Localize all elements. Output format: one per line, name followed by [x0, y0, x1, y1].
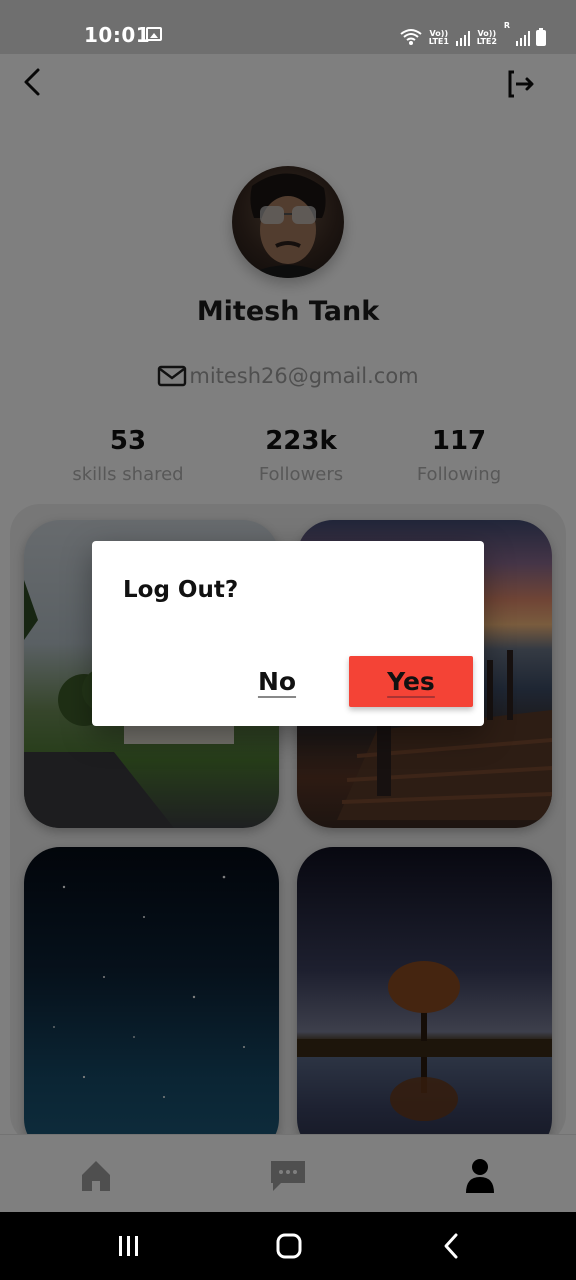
gallery-notification-icon [146, 27, 162, 41]
roaming-indicator: R [503, 21, 510, 30]
status-indicators: Vo)) LTE1 Vo)) LTE2 R [400, 22, 546, 46]
no-button[interactable]: No [242, 657, 312, 705]
signal-2-icon [516, 30, 530, 46]
chevron-left-icon [444, 1233, 458, 1259]
logout-dialog: Log Out? No Yes [92, 541, 484, 726]
back-system-button[interactable] [434, 1232, 468, 1260]
home-circle-icon [276, 1233, 302, 1259]
home-system-button[interactable] [272, 1232, 306, 1260]
status-bar: 10:01 Vo)) LTE1 Vo)) LTE2 R [0, 0, 576, 54]
recents-button[interactable] [112, 1232, 146, 1260]
signal-1-icon [455, 30, 470, 46]
dialog-title: Log Out? [123, 577, 239, 603]
system-nav-bar [0, 1212, 576, 1280]
status-time: 10:01 [84, 23, 151, 47]
yes-button[interactable]: Yes [349, 656, 473, 707]
wifi-icon [400, 29, 422, 45]
sim1-label: Vo)) LTE1 [428, 29, 449, 46]
sim2-label: Vo)) LTE2 [476, 29, 497, 46]
recents-icon [119, 1236, 138, 1256]
battery-icon [536, 28, 546, 46]
